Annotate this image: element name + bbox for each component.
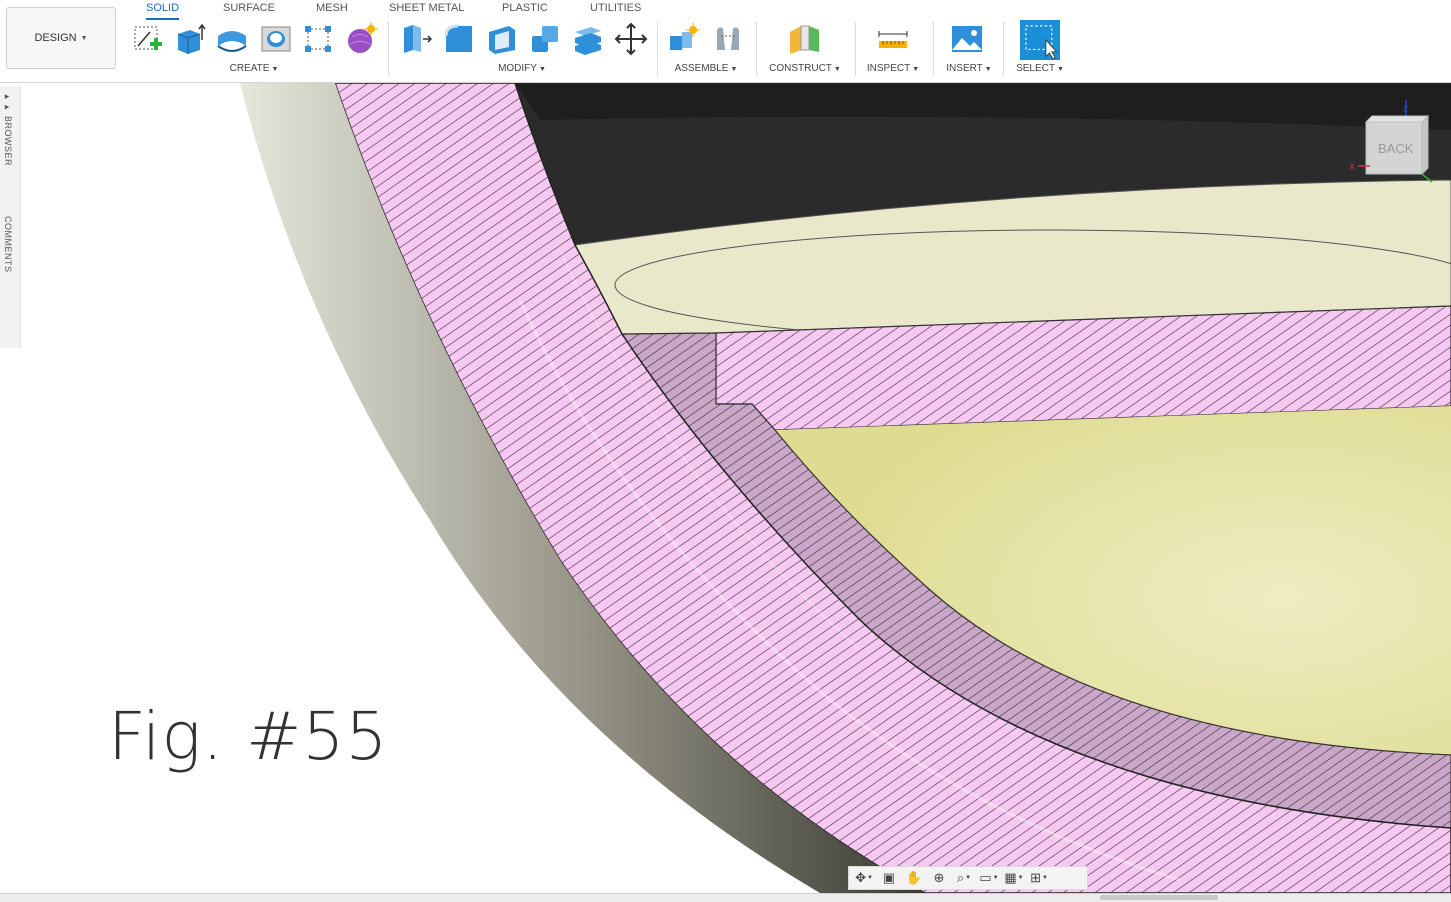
construct-menu[interactable]: CONSTRUCT ▼: [767, 63, 843, 75]
workspace-label: DESIGN: [34, 32, 77, 44]
new-component-icon[interactable]: [667, 22, 701, 56]
browser-tab[interactable]: ▸▸ BROWSER: [3, 92, 13, 166]
tab-surface[interactable]: SURFACE: [223, 0, 275, 18]
move-icon[interactable]: [614, 22, 648, 56]
tab-plastic[interactable]: PLASTIC: [502, 0, 548, 18]
divider: [855, 22, 856, 76]
divider: [388, 22, 389, 76]
revolve-icon[interactable]: [215, 22, 249, 56]
shell-icon[interactable]: [485, 22, 519, 56]
side-panel: ▸▸ BROWSER COMMENTS: [0, 86, 21, 348]
pan-icon[interactable]: ✋: [903, 869, 925, 887]
insert-menu[interactable]: INSERT ▼: [945, 63, 993, 75]
divider: [756, 22, 757, 76]
caret-down-icon: ▼: [80, 34, 88, 42]
navigation-bar: ✥ ▼ ▣ ✋ ⊕ ⌕ ▼ ▭ ▼ ▦ ▼ ⊞ ▼: [848, 866, 1088, 890]
figure-label: Fig. #55: [108, 698, 389, 775]
assemble-menu[interactable]: ASSEMBLE ▼: [672, 63, 740, 75]
zoom-icon[interactable]: ⊕: [928, 869, 950, 887]
pattern-icon[interactable]: [301, 22, 335, 56]
offset-plane-icon[interactable]: [787, 22, 821, 56]
hole-icon[interactable]: [259, 22, 293, 56]
tab-solid[interactable]: SOLID: [146, 0, 180, 20]
viewcube-axis-z: Z: [1403, 105, 1408, 114]
fillet-icon[interactable]: [442, 22, 476, 56]
create-menu[interactable]: CREATE ▼: [228, 63, 280, 75]
extrude-icon[interactable]: [172, 22, 206, 56]
comments-tab[interactable]: COMMENTS: [3, 216, 13, 273]
workspace-switcher[interactable]: DESIGN ▼: [6, 7, 116, 69]
scrollbar[interactable]: [1100, 895, 1218, 900]
modify-menu[interactable]: MODIFY ▼: [496, 63, 548, 75]
viewports-icon[interactable]: ⊞ ▼: [1028, 869, 1050, 887]
inspect-menu[interactable]: INSPECT ▼: [866, 63, 920, 75]
divider: [1003, 22, 1004, 76]
tab-mesh[interactable]: MESH: [316, 0, 348, 18]
combine-icon[interactable]: [528, 22, 562, 56]
press-pull-icon[interactable]: [399, 22, 433, 56]
fit-icon[interactable]: ⌕ ▼: [953, 869, 975, 887]
split-icon[interactable]: [571, 22, 605, 56]
tab-utilities[interactable]: UTILITIES: [590, 0, 641, 18]
select-icon[interactable]: [1020, 20, 1060, 60]
expand-icon: ▸▸: [3, 92, 13, 117]
tab-sheet-metal[interactable]: SHEET METAL: [389, 0, 464, 18]
toolbar: DESIGN ▼ SOLID SURFACE MESH SHEET METAL P…: [0, 0, 1451, 83]
display-icon[interactable]: ▭ ▼: [978, 869, 1000, 887]
sketch-icon[interactable]: [130, 22, 164, 56]
viewcube-axis-x: X: [1349, 162, 1355, 172]
viewcube-face-label: BACK: [1378, 141, 1414, 156]
select-menu[interactable]: SELECT ▼: [1013, 63, 1067, 75]
insert-image-icon[interactable]: [950, 22, 984, 56]
measure-icon[interactable]: [876, 22, 910, 56]
look-at-icon[interactable]: ▣: [878, 869, 900, 887]
grid-icon[interactable]: ▦ ▼: [1003, 869, 1025, 887]
divider: [933, 22, 934, 76]
divider: [657, 22, 658, 76]
form-icon[interactable]: [344, 22, 378, 56]
orbit-icon[interactable]: ✥ ▼: [853, 869, 875, 887]
joint-icon[interactable]: [711, 22, 745, 56]
viewcube[interactable]: Z BACK X: [1348, 100, 1443, 190]
